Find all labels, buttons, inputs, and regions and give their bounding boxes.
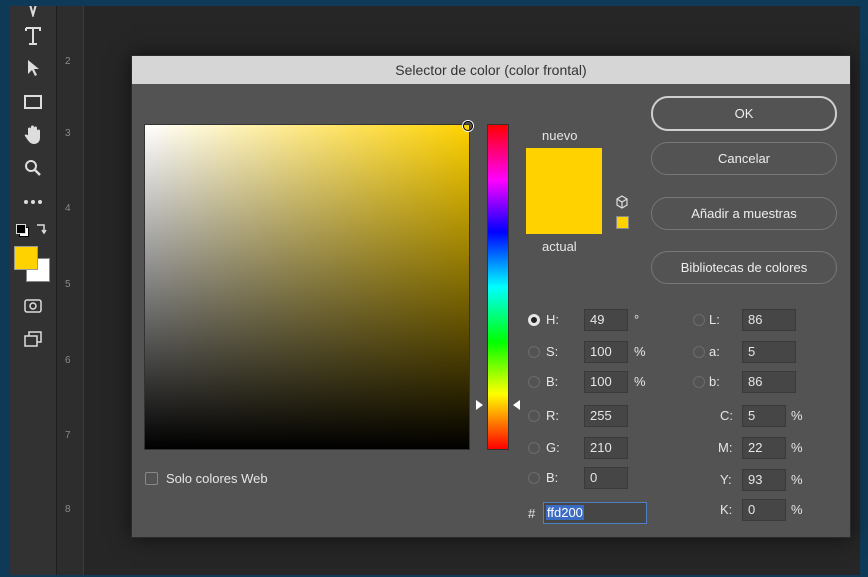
cyan-label: C: — [720, 408, 733, 423]
pen-tool-icon[interactable] — [18, 6, 48, 20]
brightness-unit: % — [634, 374, 646, 389]
blue-radio[interactable] — [528, 472, 540, 484]
more-icon[interactable] — [18, 190, 48, 214]
default-colors-icon[interactable] — [16, 224, 29, 237]
lightness-input[interactable]: 86 — [742, 309, 796, 331]
gamut-warning-swatch[interactable] — [616, 216, 629, 229]
brightness-label: B: — [546, 374, 559, 389]
foreground-color-swatch[interactable] — [14, 246, 38, 270]
red-label: R: — [546, 408, 559, 423]
current-color-label: actual — [542, 239, 577, 254]
new-color-label: nuevo — [542, 128, 578, 143]
black-input[interactable]: 0 — [742, 499, 786, 521]
quick-mask-icon[interactable] — [18, 294, 48, 318]
magenta-input[interactable]: 22 — [742, 437, 786, 459]
blue-label: B: — [546, 470, 559, 485]
b-channel-label: b: — [709, 374, 720, 389]
green-radio[interactable] — [528, 442, 540, 454]
ruler-tick: 8 — [65, 504, 71, 515]
a-channel-input[interactable]: 5 — [742, 341, 796, 363]
red-input[interactable]: 255 — [584, 405, 628, 427]
swap-colors-icon[interactable] — [34, 222, 48, 239]
cancel-button[interactable]: Cancelar — [651, 142, 837, 175]
b-channel-radio[interactable] — [693, 376, 705, 388]
green-label: G: — [546, 440, 560, 455]
add-to-swatches-button[interactable]: Añadir a muestras — [651, 197, 837, 230]
frame-icon[interactable] — [18, 90, 48, 114]
hex-label: # — [528, 506, 536, 521]
ruler-tick: 7 — [65, 430, 71, 441]
yellow-unit: % — [791, 472, 803, 487]
zoom-icon[interactable] — [18, 156, 48, 180]
hex-input[interactable]: ffd200 — [543, 502, 647, 524]
web-colors-label: Solo colores Web — [166, 471, 268, 486]
ok-button[interactable]: OK — [651, 96, 837, 131]
current-color-swatch[interactable] — [526, 191, 602, 234]
cyan-unit: % — [791, 408, 803, 423]
yellow-input[interactable]: 93 — [742, 469, 786, 491]
brightness-radio[interactable] — [528, 376, 540, 388]
saturation-label: S: — [546, 344, 559, 359]
yellow-label: Y: — [720, 472, 732, 487]
magenta-label: M: — [718, 440, 733, 455]
dialog-title: Selector de color (color frontal) — [132, 56, 850, 84]
lightness-radio[interactable] — [693, 314, 705, 326]
saturation-radio[interactable] — [528, 346, 540, 358]
ruler-tick: 6 — [65, 355, 71, 366]
cyan-input[interactable]: 5 — [742, 405, 786, 427]
ruler-tick: 4 — [65, 203, 71, 214]
red-radio[interactable] — [528, 410, 540, 422]
ruler-tick: 3 — [65, 128, 71, 139]
saturation-unit: % — [634, 344, 646, 359]
ruler-tick: 5 — [65, 279, 71, 290]
hand-icon[interactable] — [18, 123, 48, 147]
out-of-gamut-cube-icon — [616, 195, 628, 212]
ruler-tick: 2 — [65, 56, 71, 67]
color-field-cursor[interactable] — [463, 121, 473, 131]
b-channel-input[interactable]: 86 — [742, 371, 796, 393]
hue-slider[interactable] — [487, 124, 509, 450]
hue-unit: ° — [634, 312, 640, 327]
blue-input[interactable]: 0 — [584, 467, 628, 489]
new-color-swatch — [526, 148, 602, 191]
black-unit: % — [791, 502, 803, 517]
hex-selected-text: ffd200 — [546, 505, 584, 520]
screen-mode-icon[interactable] — [18, 327, 48, 351]
web-colors-checkbox[interactable] — [145, 472, 158, 485]
magenta-unit: % — [791, 440, 803, 455]
brightness-input[interactable]: 100 — [584, 371, 628, 393]
type-tool-icon[interactable] — [18, 24, 48, 48]
color-libraries-button[interactable]: Bibliotecas de colores — [651, 251, 837, 284]
green-input[interactable]: 210 — [584, 437, 628, 459]
color-field[interactable] — [144, 121, 473, 450]
tools-panel — [10, 6, 57, 575]
hue-slider-right-arrow[interactable] — [513, 400, 520, 410]
hue-radio[interactable] — [528, 314, 540, 326]
vertical-ruler: 2 3 4 5 6 7 8 — [57, 6, 84, 575]
saturation-input[interactable]: 100 — [584, 341, 628, 363]
path-select-icon[interactable] — [18, 56, 48, 80]
a-channel-radio[interactable] — [693, 346, 705, 358]
hue-label: H: — [546, 312, 559, 327]
color-picker-dialog: Selector de color (color frontal) nuevo … — [131, 55, 851, 538]
hue-slider-left-arrow[interactable] — [476, 400, 483, 410]
black-label: K: — [720, 502, 733, 517]
hue-input[interactable]: 49 — [584, 309, 628, 331]
a-channel-label: a: — [709, 344, 720, 359]
lightness-label: L: — [709, 312, 720, 327]
